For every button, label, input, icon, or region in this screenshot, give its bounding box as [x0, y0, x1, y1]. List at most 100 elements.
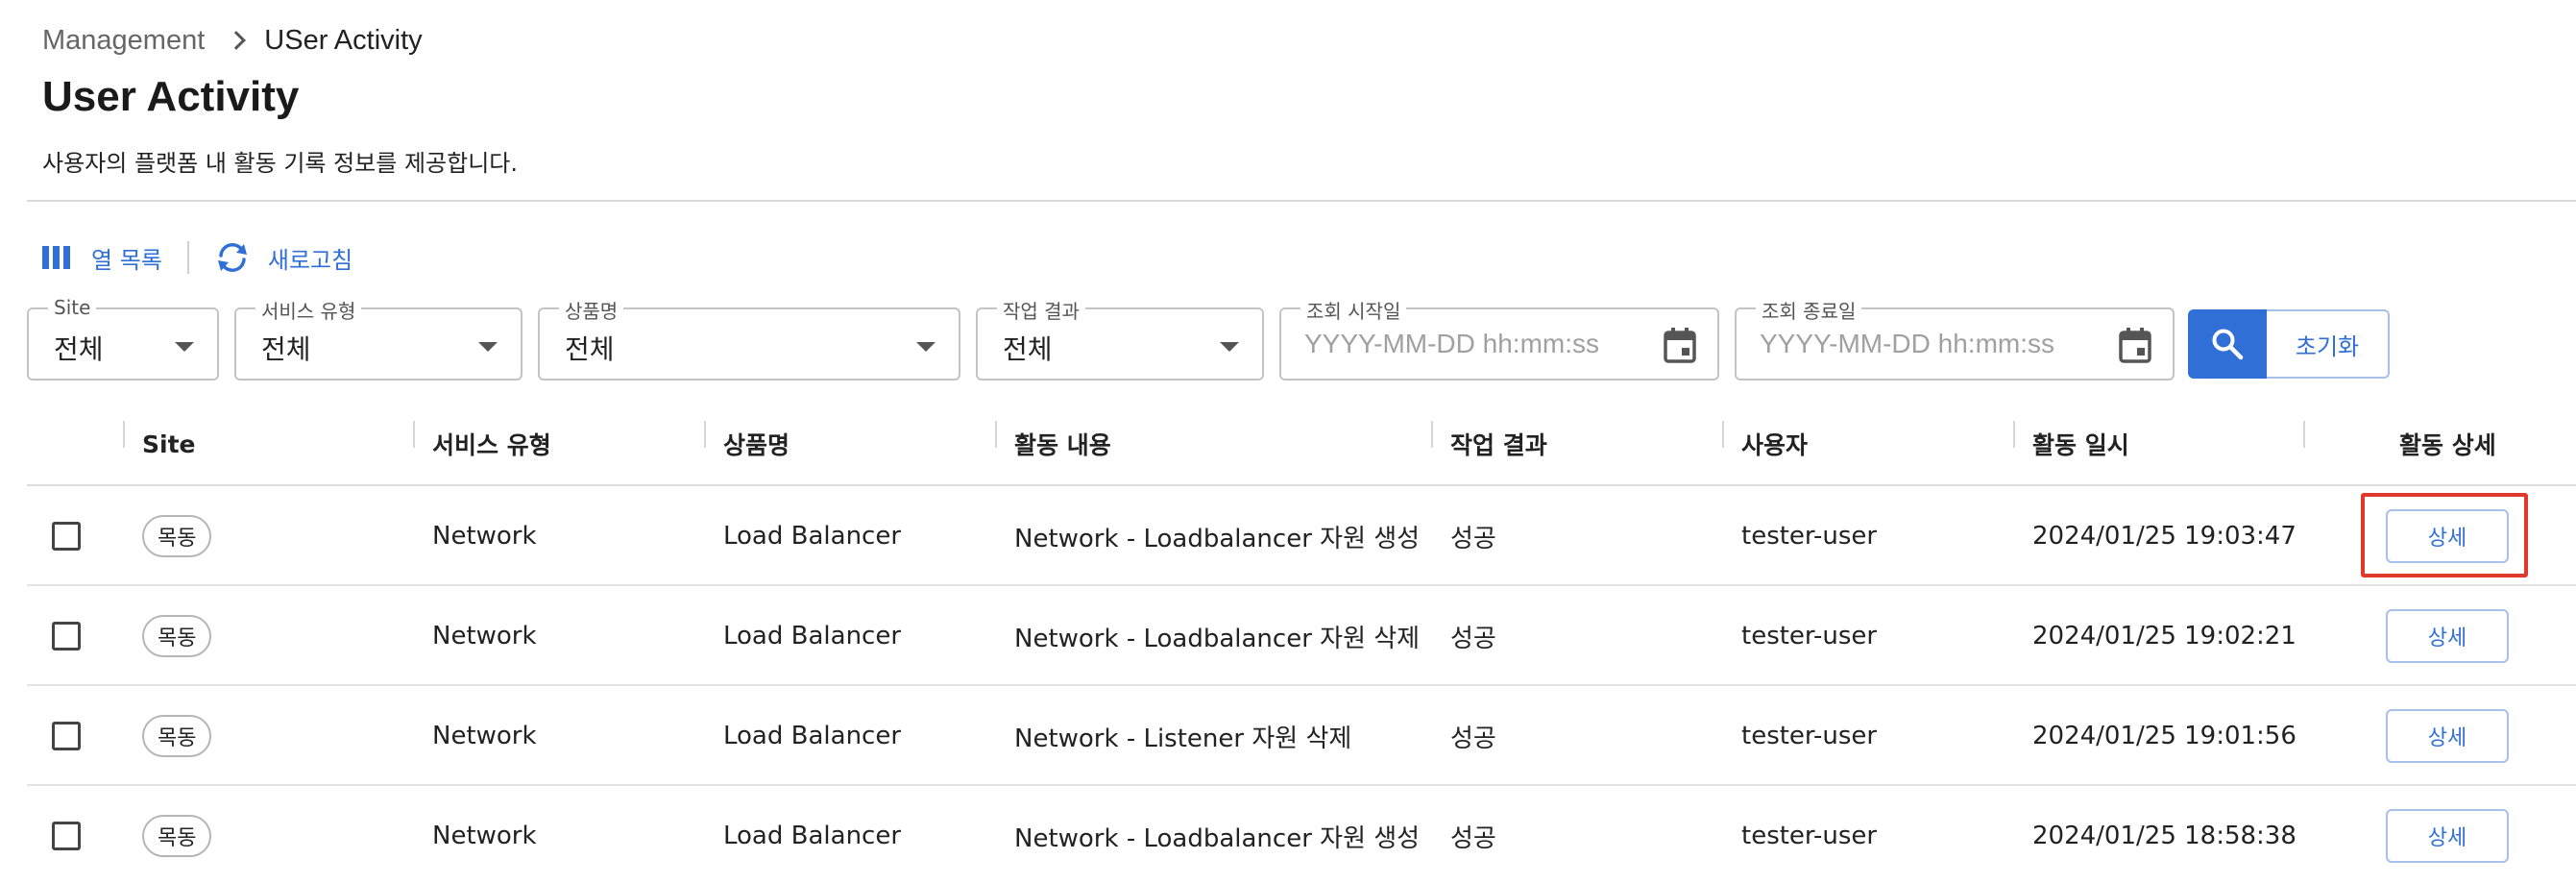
cell-datetime: 2024/01/25 18:58:38 [2032, 822, 2297, 850]
columns-button[interactable]: 열 목록 [42, 241, 162, 275]
cell-user: tester-user [1741, 722, 1878, 750]
site-chip: 목동 [142, 815, 212, 857]
search-icon [2212, 329, 2244, 360]
column-separator [1431, 421, 1433, 448]
detail-button[interactable]: 상세 [2386, 609, 2509, 663]
cell-activity: Network - Loadbalancer 자원 삭제 [1014, 624, 1421, 653]
row-checkbox[interactable] [52, 622, 81, 651]
columns-icon [42, 246, 70, 269]
table-header: Site 서비스 유형 상품명 활동 내용 작업 결과 사용자 활동 일시 활동… [27, 402, 2576, 486]
columns-label: 열 목록 [91, 246, 162, 274]
cell-product: Load Balancer [723, 822, 902, 850]
service-type-select-value: 전체 [261, 333, 311, 365]
table-row[interactable]: 목동 Network Load Balancer Network - Loadb… [27, 586, 2576, 686]
breadcrumb-parent[interactable]: Management [42, 25, 205, 57]
calendar-icon[interactable] [1664, 327, 1696, 363]
refresh-label: 새로고침 [267, 246, 353, 274]
row-checkbox[interactable] [52, 522, 81, 551]
caret-down-icon [478, 342, 498, 352]
refresh-icon [217, 243, 247, 272]
page-title: User Activity [42, 73, 300, 120]
cell-activity: Network - Listener 자원 삭제 [1014, 724, 1352, 753]
start-date-input[interactable] [1304, 325, 1669, 363]
reset-button[interactable]: 초기화 [2267, 309, 2390, 379]
start-date-field[interactable]: 조회 시작일 [1279, 296, 1719, 381]
cell-service-type: Network [432, 522, 537, 551]
breadcrumb: Management USer Activity [42, 21, 423, 60]
breadcrumb-current: USer Activity [264, 24, 423, 56]
calendar-icon[interactable] [2119, 327, 2151, 363]
row-checkbox[interactable] [52, 822, 81, 850]
cell-activity: Network - Loadbalancer 자원 생성 [1014, 823, 1421, 853]
end-date-label: 조회 종료일 [1756, 296, 1862, 324]
search-button[interactable] [2188, 309, 2267, 379]
chevron-right-icon [227, 31, 247, 50]
cell-service-type: Network [432, 822, 537, 850]
detail-button[interactable]: 상세 [2386, 709, 2509, 763]
result-select-value: 전체 [1003, 333, 1053, 365]
cell-result: 성공 [1450, 624, 1496, 653]
header-activity: 활동 내용 [1014, 431, 1111, 459]
cell-user: tester-user [1741, 522, 1878, 551]
site-chip: 목동 [142, 515, 212, 557]
cell-result: 성공 [1450, 524, 1496, 553]
table-row[interactable]: 목동 Network Load Balancer Network - Loadb… [27, 486, 2576, 586]
table-row[interactable]: 목동 Network Load Balancer Network - Liste… [27, 686, 2576, 786]
header-product: 상품명 [723, 431, 790, 459]
row-checkbox[interactable] [52, 722, 81, 750]
cell-datetime: 2024/01/25 19:03:47 [2032, 522, 2297, 551]
refresh-button[interactable]: 새로고침 [214, 241, 352, 275]
caret-down-icon [916, 342, 936, 352]
cell-result: 성공 [1450, 724, 1496, 753]
site-select[interactable]: Site 전체 [27, 296, 219, 381]
column-separator [2013, 421, 2015, 448]
result-select-label: 작업 결과 [997, 296, 1085, 324]
product-select-value: 전체 [565, 333, 615, 365]
cell-product: Load Balancer [723, 722, 902, 750]
detail-button[interactable]: 상세 [2386, 509, 2509, 563]
header-user: 사용자 [1741, 431, 1809, 459]
cell-result: 성공 [1450, 823, 1496, 853]
cell-service-type: Network [432, 622, 537, 651]
cell-service-type: Network [432, 722, 537, 750]
start-date-label: 조회 시작일 [1300, 296, 1407, 324]
header-service-type: 서비스 유형 [432, 431, 551, 459]
product-select-label: 상품명 [559, 296, 624, 324]
activity-table: Site 서비스 유형 상품명 활동 내용 작업 결과 사용자 활동 일시 활동… [27, 402, 2576, 884]
site-chip: 목동 [142, 615, 212, 657]
header-datetime: 활동 일시 [2032, 431, 2129, 459]
caret-down-icon [175, 342, 194, 352]
cell-activity: Network - Loadbalancer 자원 생성 [1014, 524, 1421, 553]
divider [27, 200, 2576, 202]
column-separator [123, 421, 125, 448]
site-select-value: 전체 [54, 333, 104, 365]
cell-user: tester-user [1741, 822, 1878, 850]
column-separator [2303, 421, 2305, 448]
end-date-input[interactable] [1760, 325, 2125, 363]
cell-datetime: 2024/01/25 19:02:21 [2032, 622, 2297, 651]
service-type-select[interactable]: 서비스 유형 전체 [234, 296, 522, 381]
header-result: 작업 결과 [1450, 431, 1547, 459]
product-select[interactable]: 상품명 전체 [538, 296, 960, 381]
toolbar: 열 목록 새로고침 [42, 238, 352, 277]
site-chip: 목동 [142, 715, 212, 757]
end-date-field[interactable]: 조회 종료일 [1735, 296, 2175, 381]
toolbar-separator [186, 241, 189, 274]
detail-button[interactable]: 상세 [2386, 809, 2509, 863]
cell-user: tester-user [1741, 622, 1878, 651]
column-separator [704, 421, 706, 448]
site-select-label: Site [48, 296, 97, 319]
page-description: 사용자의 플랫폼 내 활동 기록 정보를 제공합니다. [42, 150, 519, 177]
header-site: Site [142, 430, 196, 458]
column-separator [1722, 421, 1724, 448]
table-row[interactable]: 목동 Network Load Balancer Network - Loadb… [27, 786, 2576, 884]
header-detail: 활동 상세 [2399, 431, 2496, 459]
cell-datetime: 2024/01/25 19:01:56 [2032, 722, 2297, 750]
column-separator [413, 421, 415, 448]
column-separator [995, 421, 997, 448]
result-select[interactable]: 작업 결과 전체 [976, 296, 1264, 381]
service-type-select-label: 서비스 유형 [255, 296, 362, 324]
cell-product: Load Balancer [723, 622, 902, 651]
caret-down-icon [1220, 342, 1239, 352]
cell-product: Load Balancer [723, 522, 902, 551]
